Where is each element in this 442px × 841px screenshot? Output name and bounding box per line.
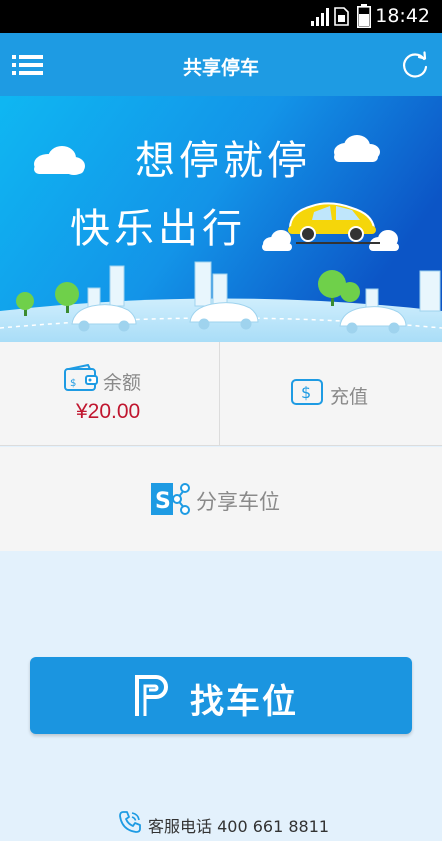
refresh-icon[interactable] — [400, 50, 430, 80]
app-header: 共享停车 — [0, 33, 442, 96]
balance-button[interactable]: $ 余额 ¥20.00 — [0, 342, 220, 446]
banner-illustration: 想停就停 快乐出行 — [0, 96, 442, 342]
find-parking-label: 找车位 — [190, 682, 298, 722]
recharge-label: 充值 — [330, 386, 369, 408]
banner-line-2: 快乐出行 — [70, 206, 246, 252]
recharge-button[interactable]: $ 充值 — [221, 342, 442, 446]
clock: 18:42 — [375, 5, 430, 27]
balance-amount: ¥20.00 — [76, 400, 141, 423]
account-row: $ 余额 ¥20.00 $ 充值 — [0, 342, 442, 446]
parking-icon — [135, 675, 168, 716]
find-parking-button[interactable]: 找车位 — [30, 657, 412, 734]
phone-icon — [119, 811, 141, 833]
sim-card-icon — [334, 7, 349, 26]
dollar-icon: $ — [291, 379, 323, 405]
svg-text:S: S — [155, 489, 171, 514]
page-title: 共享停车 — [182, 57, 259, 79]
battery-icon — [357, 4, 371, 28]
share-label: 分享车位 — [196, 490, 280, 514]
wallet-icon: $ — [64, 364, 98, 391]
balance-label: 余额 — [103, 372, 142, 394]
promo-banner: 想停就停 快乐出行 — [0, 96, 442, 342]
share-icon: S — [151, 483, 190, 515]
service-phone-text: 客服电话 400 661 8811 — [148, 817, 330, 836]
svg-text:$: $ — [301, 383, 311, 402]
banner-line-1: 想停就停 — [135, 138, 311, 184]
signal-icon — [311, 8, 329, 26]
svg-text:$: $ — [70, 378, 76, 389]
share-parking-button[interactable]: S 分享车位 — [0, 447, 442, 551]
status-bar: 18:42 — [0, 0, 442, 33]
